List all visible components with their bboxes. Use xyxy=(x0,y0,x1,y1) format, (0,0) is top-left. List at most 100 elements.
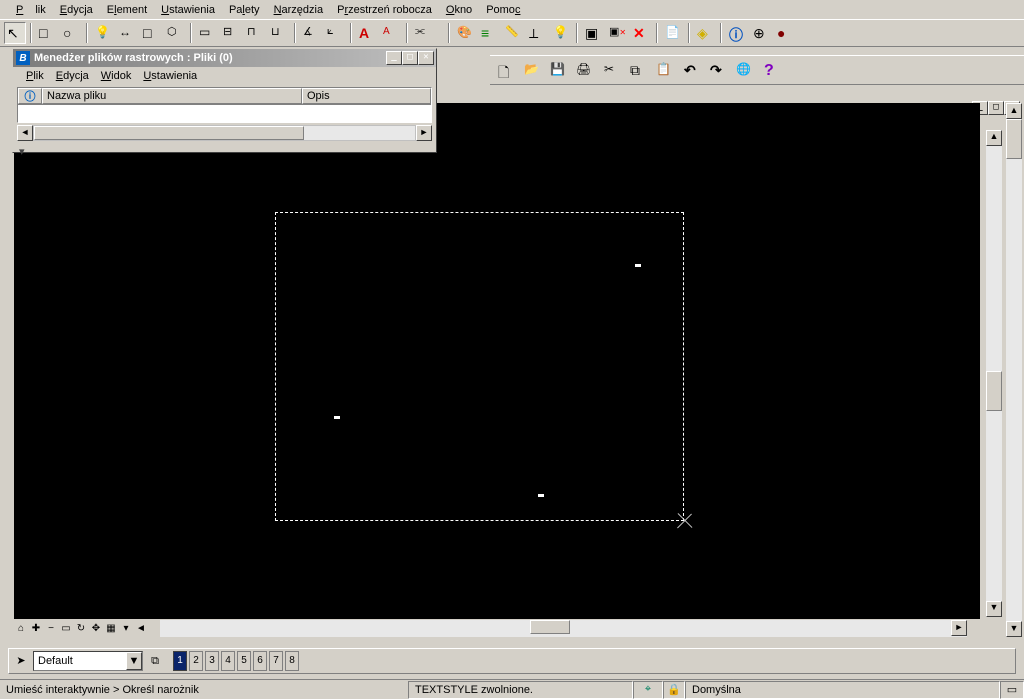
measure-tool[interactable] xyxy=(526,22,548,44)
vm-window[interactable]: ▭ xyxy=(59,622,73,636)
v-scroll-up[interactable]: ▲ xyxy=(986,130,1002,146)
align-bot-tool[interactable]: ⊓ xyxy=(244,22,266,44)
v-scroll-thumb[interactable] xyxy=(986,371,1002,411)
h-scroll-thumb[interactable] xyxy=(530,620,570,634)
v-scroll-down[interactable]: ▼ xyxy=(986,601,1002,617)
drawing-canvas[interactable] xyxy=(14,103,980,619)
view-5[interactable]: 5 xyxy=(237,651,251,671)
status-end[interactable]: ▭ xyxy=(1000,681,1024,699)
cut-button[interactable] xyxy=(600,58,624,82)
raster-menu-file[interactable]: Plik xyxy=(21,69,49,83)
vm-minus[interactable]: − xyxy=(44,622,58,636)
menu-window[interactable]: Okno xyxy=(440,2,478,18)
raster-col-desc[interactable]: Opis xyxy=(302,88,431,104)
ov-scroll-thumb[interactable] xyxy=(1006,119,1022,159)
idea-tool[interactable] xyxy=(92,22,114,44)
raster-scroll-right[interactable]: ► xyxy=(416,125,432,141)
print-button[interactable] xyxy=(572,58,596,82)
record-tool[interactable] xyxy=(774,22,796,44)
save-button[interactable] xyxy=(546,58,570,82)
view-8[interactable]: 8 xyxy=(285,651,299,671)
raster-scroll-left[interactable]: ◄ xyxy=(17,125,33,141)
h-scroll-right[interactable]: ► xyxy=(951,620,967,636)
view-6[interactable]: 6 xyxy=(253,651,267,671)
paste-button[interactable] xyxy=(652,58,676,82)
raster-col-info[interactable]: ⓘ xyxy=(18,88,42,104)
raster-h-scrollbar[interactable]: ◄ ► xyxy=(17,125,432,141)
text-tool[interactable] xyxy=(356,22,378,44)
copy-button[interactable] xyxy=(626,58,650,82)
view-1[interactable]: 1 xyxy=(173,651,187,671)
chain-tool[interactable]: ⫘ xyxy=(412,22,434,44)
win-del-tool[interactable]: ▣✕ xyxy=(606,22,628,44)
view-7[interactable]: 7 xyxy=(269,651,283,671)
menu-palettes[interactable]: Palety xyxy=(223,2,266,18)
undo-button[interactable] xyxy=(680,58,704,82)
menu-settings[interactable]: Ustawienia xyxy=(155,2,221,18)
new-button[interactable] xyxy=(494,58,518,82)
raster-minimize-button[interactable]: _ xyxy=(386,51,402,65)
help-button[interactable] xyxy=(760,58,784,82)
view-windows-btn[interactable]: ⧉ xyxy=(145,651,165,671)
ruler-tool[interactable]: 📏 xyxy=(502,22,524,44)
align-mid-tool[interactable]: ⊟ xyxy=(220,22,242,44)
stack-tool[interactable] xyxy=(694,22,716,44)
raster-scroll-thumb[interactable] xyxy=(34,126,304,140)
raster-menu-edit[interactable]: Edycja xyxy=(51,69,94,83)
vm-plus[interactable]: ✚ xyxy=(29,622,43,636)
ov-scroll-down[interactable]: ▼ xyxy=(1006,621,1022,637)
raster-maximize-button[interactable]: □ xyxy=(402,51,418,65)
raster-expand-toggle[interactable]: ▾ xyxy=(13,145,436,158)
status-lock[interactable]: 🔒 xyxy=(663,681,685,699)
canvas-v-scrollbar[interactable]: ▲ ▼ xyxy=(986,130,1002,617)
pointer-tool[interactable] xyxy=(4,22,26,44)
raster-menu-settings[interactable]: Ustawienia xyxy=(138,69,202,83)
info-tool[interactable] xyxy=(726,22,748,44)
open-button[interactable] xyxy=(520,58,544,82)
vm-left[interactable]: ◄ xyxy=(134,622,148,636)
raster-close-button[interactable]: ✕ xyxy=(418,51,434,65)
view-3[interactable]: 3 xyxy=(205,651,219,671)
delete-tool[interactable] xyxy=(630,22,652,44)
window-tool[interactable] xyxy=(582,22,604,44)
ov-scroll-up[interactable]: ▲ xyxy=(1006,103,1022,119)
pan-tool[interactable] xyxy=(116,22,138,44)
angle-tool[interactable]: ∡ xyxy=(300,22,322,44)
menu-workspace[interactable]: Przestrzeń robocza xyxy=(331,2,438,18)
redo-button[interactable] xyxy=(706,58,730,82)
doc-tool[interactable] xyxy=(662,22,684,44)
web-button[interactable] xyxy=(732,58,756,82)
text2-tool[interactable] xyxy=(380,22,402,44)
status-snap[interactable]: ⌖ xyxy=(633,681,663,699)
vm-expand[interactable]: ▾ xyxy=(119,622,133,636)
raster-title-bar[interactable]: B Menedżer plików rastrowych : Pliki (0)… xyxy=(13,49,436,67)
misc-tool[interactable]: ⬡ xyxy=(164,22,186,44)
outer-v-scrollbar[interactable]: ▲ ▼ xyxy=(1006,103,1022,637)
raster-col-name[interactable]: Nazwa pliku xyxy=(42,88,302,104)
menu-element[interactable]: Element xyxy=(101,2,153,18)
bulb2-tool[interactable] xyxy=(550,22,572,44)
view-2[interactable]: 2 xyxy=(189,651,203,671)
canvas-h-scrollbar[interactable]: ► xyxy=(160,620,967,637)
vm-pan[interactable]: ✥ xyxy=(89,622,103,636)
vm-view[interactable]: ▦ xyxy=(104,622,118,636)
menu-help[interactable]: Pomoc xyxy=(480,2,526,18)
layers-tool[interactable] xyxy=(478,22,500,44)
view-4[interactable]: 4 xyxy=(221,651,235,671)
menu-file[interactable]: Plik xyxy=(10,2,52,18)
rect-tool[interactable] xyxy=(140,22,162,44)
vm-rotate[interactable]: ↻ xyxy=(74,622,88,636)
fence-tool[interactable] xyxy=(36,22,58,44)
view-tool[interactable] xyxy=(60,22,82,44)
vm-home[interactable]: ⌂ xyxy=(14,622,28,636)
raster-menu-view[interactable]: Widok xyxy=(96,69,137,83)
target-tool[interactable] xyxy=(750,22,772,44)
level-dropdown[interactable]: Default ▼ xyxy=(33,651,143,671)
view-dd-icon[interactable]: ➤ xyxy=(11,651,31,671)
align4-tool[interactable]: ⊔ xyxy=(268,22,290,44)
angle2-tool[interactable]: ⟀ xyxy=(324,22,346,44)
raster-file-list[interactable]: ⓘ Nazwa pliku Opis xyxy=(17,87,432,123)
align-top-tool[interactable] xyxy=(196,22,218,44)
maximize-outer-button[interactable]: □ xyxy=(988,101,1004,115)
palette-tool[interactable] xyxy=(454,22,476,44)
